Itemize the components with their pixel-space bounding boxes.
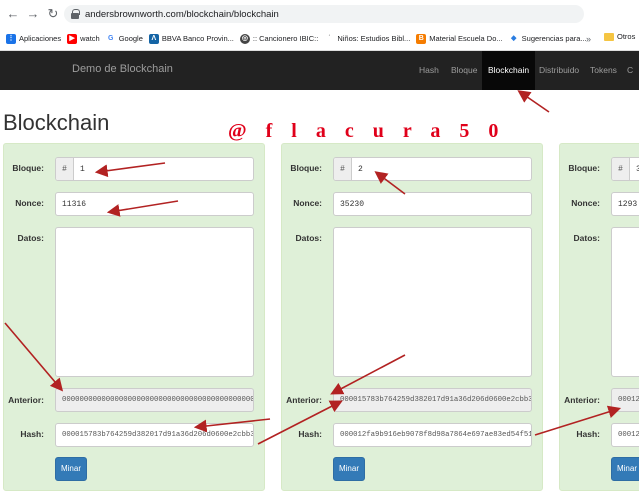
hash-field: 000012fa9b916eb9078f8d98a7864e697ae83ed5… bbox=[333, 423, 532, 447]
prev-hash-field: 0000000000000000000000000000000000000000… bbox=[55, 388, 254, 412]
globe-icon: ◎ bbox=[239, 33, 250, 44]
block-number-input[interactable]: # 1 bbox=[55, 157, 254, 181]
page: ← → ↻ ⌂ andersbrownworth.com/blockchain/… bbox=[0, 0, 639, 491]
bookmark-material[interactable]: B Material Escuela Do... bbox=[416, 33, 503, 44]
prev-label: Anterior: bbox=[564, 395, 600, 405]
block-number-value: 1 bbox=[80, 164, 85, 174]
nav-tokens[interactable]: Tokens bbox=[584, 51, 623, 90]
nonce-value: 1293 bbox=[618, 199, 638, 209]
bookmark-sugerencias[interactable]: ◆ Sugerencias para... bbox=[508, 33, 587, 44]
navbar-brand[interactable]: Demo de Blockchain bbox=[72, 63, 173, 75]
hash-sign-addon: # bbox=[334, 158, 352, 180]
nonce-value: 11316 bbox=[62, 199, 87, 209]
data-label: Datos: bbox=[295, 233, 322, 243]
bookmark-label: Material Escuela Do... bbox=[429, 34, 503, 43]
bookmark-ninos[interactable]: ʿ Niños: Estudios Bibl... bbox=[324, 33, 411, 44]
prev-hash-field: 000015783b764259d382017d91a36d206d0600e2… bbox=[333, 388, 532, 412]
youtube-icon: ▶ bbox=[67, 33, 78, 44]
hash-sign-addon: # bbox=[56, 158, 74, 180]
bookmark-label: :: Cancionero IBIC:: bbox=[252, 34, 319, 43]
watermark-text: @ f l a c u r a 5 0 bbox=[228, 120, 506, 142]
nonce-label: Nonce: bbox=[571, 198, 600, 208]
hash-label: Hash: bbox=[298, 429, 322, 439]
bookmark-label: Otros bbox=[617, 32, 636, 41]
block-label: Bloque: bbox=[12, 163, 44, 173]
nonce-input[interactable]: 1293 bbox=[611, 192, 639, 216]
prev-hash-field: 00012fa9b916eb9078f8d98a7864e697ae83ed54… bbox=[611, 388, 639, 412]
bookmark-label: Aplicaciones bbox=[19, 34, 62, 43]
bbva-icon: Λ bbox=[148, 33, 159, 44]
blogger-icon: B bbox=[416, 33, 427, 44]
block-label: Bloque: bbox=[290, 163, 322, 173]
bookmark-label: watch bbox=[80, 34, 100, 43]
nav-blockchain[interactable]: Blockchain bbox=[482, 51, 536, 90]
mine-button[interactable]: Minar bbox=[333, 457, 365, 481]
data-label: Datos: bbox=[17, 233, 44, 243]
google-icon: G bbox=[105, 33, 116, 44]
prev-label: Anterior: bbox=[8, 395, 44, 405]
nonce-label: Nonce: bbox=[15, 198, 44, 208]
prev-label: Anterior: bbox=[286, 395, 322, 405]
nonce-value: 35230 bbox=[340, 199, 365, 209]
hash-field: 00012fa9b916eb9078f8d98a7864e697ae83ed54… bbox=[611, 423, 639, 447]
bookmark-label: Sugerencias para... bbox=[521, 34, 587, 43]
block-number-value: 3 bbox=[630, 165, 639, 174]
nonce-label: Nonce: bbox=[293, 198, 322, 208]
nonce-input[interactable]: 11316 bbox=[55, 192, 254, 216]
more-bookmarks-icon[interactable]: » bbox=[586, 34, 591, 44]
arrow-navbar bbox=[517, 90, 550, 113]
nav-block[interactable]: Bloque bbox=[445, 51, 483, 90]
nonce-input[interactable]: 35230 bbox=[333, 192, 532, 216]
mine-button[interactable]: Minar bbox=[611, 457, 639, 481]
data-textarea[interactable] bbox=[55, 227, 254, 377]
mine-button[interactable]: Minar bbox=[55, 457, 87, 481]
bookmark-watch[interactable]: ▶ watch bbox=[67, 33, 100, 44]
nav-coinbase[interactable]: C bbox=[621, 51, 639, 90]
bookmark-apps[interactable]: ⋮ Aplicaciones bbox=[6, 33, 62, 44]
bookmark-label: Google bbox=[118, 34, 143, 43]
hash-label: Hash: bbox=[576, 429, 600, 439]
page-title: Blockchain bbox=[3, 110, 110, 135]
bookmark-bbva[interactable]: Λ BBVA Banco Provin... bbox=[148, 33, 234, 44]
bookmark-label: BBVA Banco Provin... bbox=[161, 34, 234, 43]
block-number-input[interactable]: # 3 bbox=[611, 157, 639, 181]
nav-distributed[interactable]: Distribuido bbox=[533, 51, 585, 90]
folder-icon bbox=[604, 32, 614, 41]
hash-label: Hash: bbox=[20, 429, 44, 439]
data-textarea[interactable] bbox=[333, 227, 532, 377]
block-number-value: 2 bbox=[358, 164, 363, 174]
app-navbar: Demo de Blockchain Hash Bloque Blockchai… bbox=[0, 51, 639, 90]
forward-icon[interactable]: → bbox=[26, 6, 40, 21]
app-icon: ◆ bbox=[508, 33, 519, 44]
hash-sign-addon: # bbox=[612, 158, 630, 180]
bookmark-label: Niños: Estudios Bibl... bbox=[337, 34, 411, 43]
back-icon[interactable]: ← bbox=[6, 6, 20, 21]
apps-grid-icon: ⋮ bbox=[6, 33, 16, 44]
data-label: Datos: bbox=[573, 233, 600, 243]
other-bookmarks[interactable]: Otros bbox=[604, 32, 635, 41]
address-bar[interactable]: andersbrownworth.com/blockchain/blockcha… bbox=[64, 5, 584, 23]
url-text: andersbrownworth.com/blockchain/blockcha… bbox=[85, 8, 279, 20]
block-label: Bloque: bbox=[568, 163, 600, 173]
bookmark-cancionero[interactable]: ◎:: Cancionero IBIC:: bbox=[239, 33, 319, 44]
bookmark-google[interactable]: G Google bbox=[105, 33, 143, 44]
data-textarea[interactable] bbox=[611, 227, 639, 377]
lock-icon bbox=[70, 9, 80, 19]
page-icon: ʿ bbox=[324, 33, 335, 44]
block-number-input[interactable]: # 2 bbox=[333, 157, 532, 181]
reload-icon[interactable]: ↻ bbox=[46, 6, 60, 21]
bookmarks-bar: ⋮ Aplicaciones ▶ watch G Google Λ BBVA Banco… bbox=[0, 27, 639, 51]
hash-field: 000015783b764259d382017d91a36d206d0600e2… bbox=[55, 423, 254, 447]
nav-hash[interactable]: Hash bbox=[413, 51, 445, 90]
browser-toolbar: ← → ↻ ⌂ andersbrownworth.com/blockchain/… bbox=[0, 0, 639, 27]
